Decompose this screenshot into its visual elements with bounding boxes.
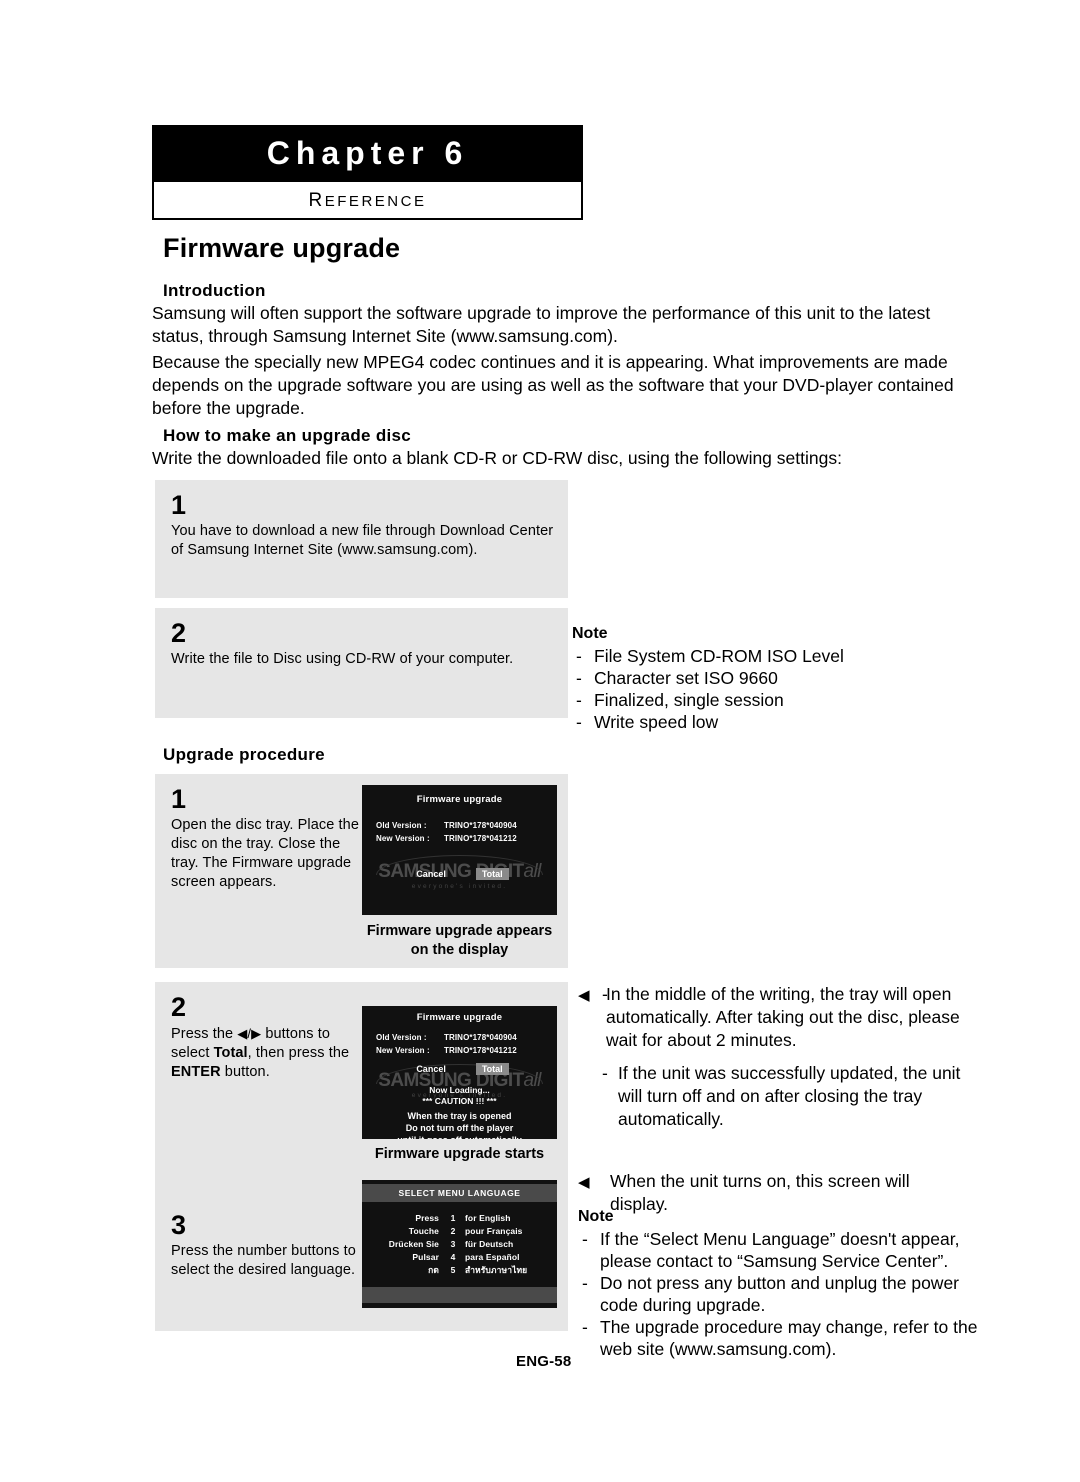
upgrade-procedure-heading: Upgrade procedure (163, 745, 325, 764)
language-options-list: Press 1 for English Touche 2 pour França… (362, 1202, 557, 1277)
note-item: The upgrade procedure may change, refer … (578, 1316, 978, 1360)
tv-screen-1-caption: Firmware upgrade appears on the display (366, 923, 553, 958)
language-option-row[interactable]: Drücken Sie 3 für Deutsch (362, 1238, 557, 1251)
update-success-note-text: If the unit was successfully updated, th… (618, 1063, 961, 1129)
old-version-label: Old Version : (376, 1033, 427, 1042)
language-verb: Pulsar (412, 1252, 439, 1262)
language-verb: กด (428, 1265, 439, 1275)
old-version-row: Old Version : TRINO*178*040904 (362, 819, 557, 832)
total-button[interactable]: Total (475, 1063, 509, 1075)
how-to-paragraph: Write the downloaded file onto a blank C… (152, 448, 842, 468)
page-footer: ENG-58 (516, 1353, 572, 1370)
language-verb: Drücken Sie (388, 1239, 439, 1249)
introduction-paragraph-1: Samsung will often support the software … (152, 303, 931, 346)
loading-status: Now Loading... (429, 1085, 490, 1095)
introduction-paragraph-2: Because the specially new MPEG4 codec co… (152, 352, 954, 418)
old-version-value: TRINO*178*040904 (444, 1033, 517, 1042)
language-name: สำหรับภาษาไทย (465, 1265, 528, 1275)
step-text: You have to download a new file through … (171, 523, 554, 558)
new-version-value: TRINO*178*041212 (444, 834, 517, 843)
note-heading: Note (572, 625, 608, 642)
chapter-subtitle: REFERENCE (152, 182, 583, 220)
caution-line-1: When the tray is opened (407, 1111, 512, 1121)
language-verb: Press (415, 1213, 439, 1223)
chapter-subtitle-initial: R (308, 190, 325, 211)
note-item: File System CD-ROM ISO Level (572, 645, 972, 667)
cancel-button[interactable]: Cancel (410, 1063, 452, 1075)
tray-open-note: ◀ - In the middle of the writing, the tra… (578, 983, 972, 1052)
bullet-dash: - (602, 1063, 608, 1083)
tv-screen-title: Firmware upgrade (416, 1012, 503, 1023)
note-list: If the “Select Menu Language” doesn't ap… (578, 1228, 978, 1360)
language-number: 3 (450, 1239, 456, 1249)
bullet-dash: - (602, 984, 608, 1004)
document-page: Chapter 6 REFERENCE Firmware upgrade Int… (0, 0, 1080, 1482)
caution-title: *** CAUTION !!! *** (422, 1096, 497, 1106)
tv-screen-loading: Firmware upgrade Old Version : TRINO*178… (362, 1006, 557, 1139)
caution-line-2: Do not turn off the player (405, 1123, 514, 1133)
language-name: pour Français (465, 1226, 523, 1236)
note-item: Finalized, single session (572, 689, 972, 711)
step-number: 2 (171, 618, 187, 648)
caution-line-3: until it goes off automatically (362, 1134, 557, 1139)
update-success-note: - If the unit was successfully updated, t… (578, 1062, 972, 1131)
cancel-button[interactable]: Cancel (410, 868, 452, 880)
language-option-row[interactable]: Press 1 for English (362, 1212, 557, 1225)
tv-screen-title: Firmware upgrade (416, 794, 503, 805)
step-text: Write the file to Disc using CD-RW of yo… (171, 651, 514, 667)
chapter-banner: Chapter 6 REFERENCE (152, 125, 583, 220)
step-number: 1 (171, 490, 187, 520)
how-to-heading: How to make an upgrade disc (163, 426, 412, 445)
language-option-row[interactable]: Touche 2 pour Français (362, 1225, 557, 1238)
language-number: 2 (450, 1226, 456, 1236)
note-list: File System CD-ROM ISO Level Character s… (572, 645, 972, 733)
left-arrow-icon: ◀ (578, 1174, 590, 1191)
tv-screen-firmware-upgrade: Firmware upgrade Old Version : TRINO*178… (362, 785, 557, 915)
note-item: If the “Select Menu Language” doesn't ap… (578, 1228, 978, 1272)
introduction-heading: Introduction (163, 281, 266, 300)
new-version-row: New Version : TRINO*178*041212 (362, 832, 557, 845)
language-screen-header: SELECT MENU LANGUAGE (362, 1184, 557, 1202)
language-number: 5 (450, 1265, 456, 1275)
arrow-buttons-icon: ◀/▶ (237, 1026, 262, 1041)
note-heading: Note (578, 1208, 614, 1225)
step-text: Press the number buttons to select the d… (171, 1243, 356, 1278)
new-version-label: New Version : (376, 834, 430, 843)
language-number: 1 (450, 1213, 456, 1223)
watermark-tagline: everyone's invited. (411, 883, 508, 890)
total-button[interactable]: Total (475, 868, 509, 880)
old-version-value: TRINO*178*040904 (444, 821, 517, 830)
disc-step-1: 1 You have to download a new file throug… (155, 480, 568, 598)
language-option-row[interactable]: กด 5 สำหรับภาษาไทย (362, 1264, 557, 1277)
language-name: für Deutsch (465, 1239, 514, 1249)
language-number: 4 (450, 1252, 456, 1262)
step-text: Open the disc tray. Place the disc on th… (171, 817, 360, 890)
new-version-label: New Version : (376, 1046, 430, 1055)
left-arrow-icon: ◀ (578, 987, 590, 1004)
language-verb: Touche (408, 1226, 439, 1236)
step-text: Press the ◀/▶ buttons to select Total, t… (171, 1026, 350, 1080)
language-name: for English (465, 1213, 511, 1223)
chapter-subtitle-rest: EFERENCE (324, 193, 427, 210)
new-version-value: TRINO*178*041212 (444, 1046, 517, 1055)
old-version-label: Old Version : (376, 821, 427, 830)
chapter-title: Chapter 6 (152, 125, 583, 182)
note-disc-settings: Note File System CD-ROM ISO Level Charac… (572, 625, 972, 733)
language-name: para Español (465, 1252, 520, 1262)
note-upgrade-warnings: Note If the “Select Menu Language” doesn… (578, 1208, 978, 1360)
note-item: Character set ISO 9660 (572, 667, 972, 689)
language-option-row[interactable]: Pulsar 4 para Español (362, 1251, 557, 1264)
tv-screen-select-language: SELECT MENU LANGUAGE Press 1 for English… (362, 1180, 557, 1308)
old-version-row: Old Version : TRINO*178*040904 (362, 1031, 557, 1044)
tray-open-note-text: In the middle of the writing, the tray w… (606, 984, 960, 1050)
disc-step-2: 2 Write the file to Disc using CD-RW of … (155, 608, 568, 718)
new-version-row: New Version : TRINO*178*041212 (362, 1044, 557, 1057)
page-title: Firmware upgrade (163, 233, 401, 263)
language-screen-footer-bar (362, 1287, 557, 1303)
note-item: Do not press any button and unplug the p… (578, 1272, 978, 1316)
tv-screen-2-caption: Firmware upgrade starts (374, 1146, 545, 1162)
note-item: Write speed low (572, 711, 972, 733)
